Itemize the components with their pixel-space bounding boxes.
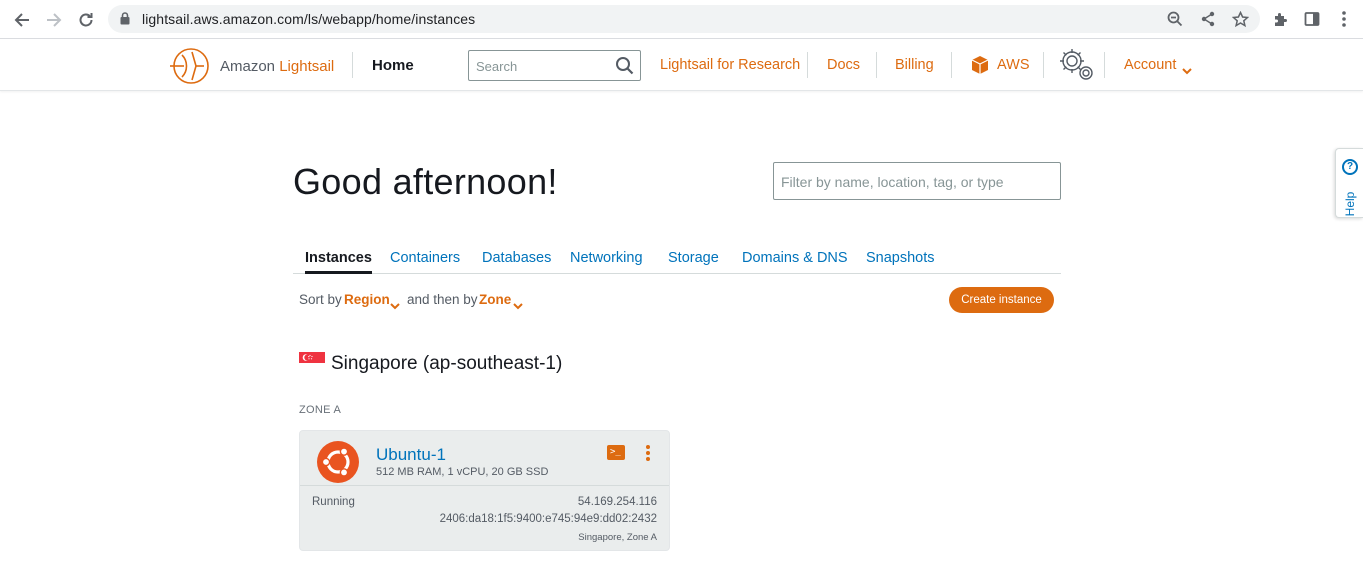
lightsail-logo-icon xyxy=(170,48,209,84)
help-label: Help xyxy=(1343,191,1357,217)
docs-link[interactable]: Docs xyxy=(827,57,860,73)
browser-menu-icon[interactable] xyxy=(1334,9,1354,29)
ubuntu-icon xyxy=(317,441,359,488)
divider xyxy=(1104,52,1105,78)
share-icon[interactable] xyxy=(1199,10,1217,28)
extensions-puzzle-icon[interactable] xyxy=(1270,9,1290,29)
chevron-down-icon[interactable] xyxy=(513,297,523,315)
settings-gear-icon[interactable] xyxy=(1057,47,1095,88)
reload-icon[interactable] xyxy=(74,8,98,32)
public-ipv6: 2406:da18:1f5:9400:e745:94e9:dd02:2432 xyxy=(439,513,657,525)
url-text[interactable]: lightsail.aws.amazon.com/ls/webapp/home/… xyxy=(142,11,475,27)
filter-placeholder: Filter by name, location, tag, or type xyxy=(781,174,1004,190)
back-arrow-icon[interactable] xyxy=(10,8,34,32)
tab-containers[interactable]: Containers xyxy=(390,250,460,266)
sort-by-label: Sort by xyxy=(299,292,342,307)
more-options-icon[interactable] xyxy=(644,445,652,463)
logo-brand: Lightsail xyxy=(279,57,335,75)
tab-networking[interactable]: Networking xyxy=(570,250,643,266)
greeting-heading: Good afternoon! xyxy=(293,161,558,202)
divider xyxy=(1043,52,1044,78)
resource-filter-input[interactable]: Filter by name, location, tag, or type xyxy=(773,162,1061,200)
lightsail-logo[interactable]: Amazon Lightsail xyxy=(168,46,334,86)
singapore-flag-icon xyxy=(299,352,325,374)
divider xyxy=(951,52,952,78)
billing-link[interactable]: Billing xyxy=(895,57,934,73)
help-question-icon: ? xyxy=(1342,159,1358,175)
address-bar[interactable]: lightsail.aws.amazon.com/ls/webapp/home/… xyxy=(108,5,1260,33)
instance-spec: 512 MB RAM, 1 vCPU, 20 GB SSD xyxy=(376,466,549,478)
terminal-connect-icon[interactable]: >_ xyxy=(607,445,625,460)
divider xyxy=(300,485,669,486)
sort-zone-dropdown[interactable]: Zone xyxy=(479,292,511,307)
lightsail-header: Amazon Lightsail Home Search Lightsail f… xyxy=(0,39,1363,91)
chevron-down-icon[interactable] xyxy=(1182,62,1192,80)
region-title: Singapore (ap-southeast-1) xyxy=(331,353,563,374)
instance-name-link[interactable]: Ubuntu-1 xyxy=(376,445,446,465)
forward-arrow-icon[interactable] xyxy=(42,8,66,32)
aws-cube-icon[interactable] xyxy=(970,55,990,80)
create-instance-button[interactable]: Create instance xyxy=(949,287,1054,313)
divider xyxy=(876,52,877,78)
home-link[interactable]: Home xyxy=(372,57,414,74)
help-panel-tab[interactable]: ? Help xyxy=(1335,148,1363,218)
then-by-label: and then by xyxy=(407,292,478,307)
tab-storage[interactable]: Storage xyxy=(668,250,719,266)
resource-tabs: Instances Containers Databases Networkin… xyxy=(293,250,1061,274)
search-icon[interactable] xyxy=(615,56,634,80)
divider xyxy=(352,52,353,78)
zone-label: ZONE A xyxy=(299,404,342,416)
browser-toolbar: lightsail.aws.amazon.com/ls/webapp/home/… xyxy=(0,0,1363,39)
side-panel-icon[interactable] xyxy=(1302,9,1322,29)
zoom-icon[interactable] xyxy=(1166,10,1184,28)
divider xyxy=(807,52,808,78)
instance-location: Singapore, Zone A xyxy=(578,532,657,543)
public-ipv4: 54.169.254.116 xyxy=(577,496,657,508)
logo-text: Amazon Lightsail xyxy=(220,58,334,75)
bookmark-star-icon[interactable] xyxy=(1231,10,1249,28)
tab-snapshots[interactable]: Snapshots xyxy=(866,250,935,266)
lock-icon[interactable] xyxy=(120,12,130,30)
tab-databases[interactable]: Databases xyxy=(482,250,551,266)
aws-console-link[interactable]: AWS xyxy=(997,57,1030,73)
chevron-down-icon[interactable] xyxy=(390,297,400,315)
sort-region-dropdown[interactable]: Region xyxy=(344,292,390,307)
lightsail-for-research-link[interactable]: Lightsail for Research xyxy=(660,57,800,73)
tab-domains-dns[interactable]: Domains & DNS xyxy=(742,250,848,266)
search-placeholder: Search xyxy=(476,59,518,74)
account-menu[interactable]: Account xyxy=(1124,57,1176,73)
instance-card[interactable]: Ubuntu-1 512 MB RAM, 1 vCPU, 20 GB SSD >… xyxy=(299,430,670,551)
instance-status: Running xyxy=(312,496,355,508)
logo-prefix: Amazon xyxy=(220,57,280,75)
header-search-input[interactable]: Search xyxy=(468,50,641,81)
tab-instances[interactable]: Instances xyxy=(305,250,372,274)
